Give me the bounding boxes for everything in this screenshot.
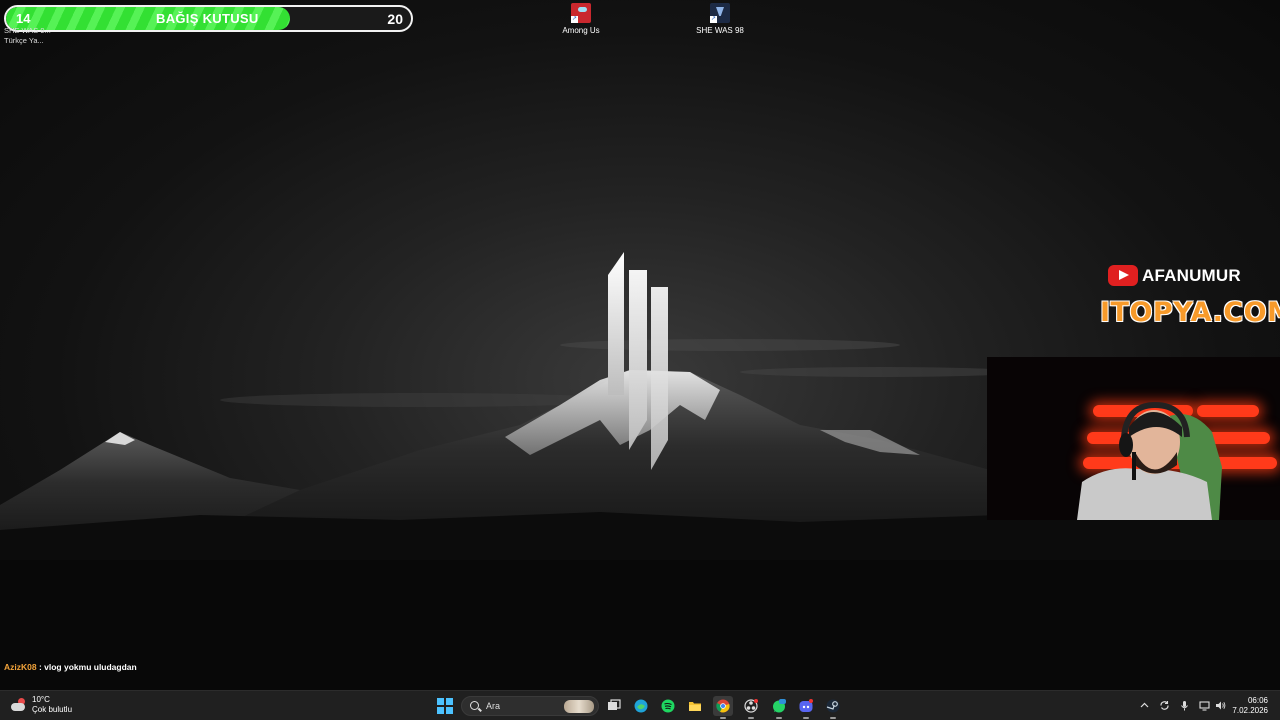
taskbar-search[interactable]: Ara [461,696,599,716]
file-explorer-icon [689,702,701,711]
donation-title: BAĞIŞ KUTUSU [156,11,259,26]
chrome-button[interactable] [713,696,733,719]
taskbar-clock[interactable]: 06:06 7.02.2026 [1232,696,1268,716]
task-view-button[interactable] [604,696,624,716]
desktop-icon-she-was-98[interactable]: ↗ SHE WAS 98 [690,3,750,35]
she-was-98-icon: ↗ [710,3,730,23]
search-placeholder: Ara [486,701,501,711]
channel-name: AFANUMUR [1142,265,1241,285]
whatsapp-icon [773,699,786,713]
steam-icon [826,699,840,713]
search-icon [470,701,479,710]
edge-icon [634,699,648,713]
spotify-button[interactable] [658,696,678,716]
weather-temperature: 10°C [32,695,50,704]
desktop-icon-label: SHE WAS 98 [696,26,744,35]
volume-icon[interactable] [1215,700,1226,711]
streamer-silhouette [1077,401,1222,520]
partial-shortcut-label[interactable]: SHE WAS 9... Türkçe Ya... [4,26,51,46]
system-tray: 06:06 7.02.2026 [1130,691,1280,720]
weather-condition: Çok bulutlu [32,705,73,714]
webcam-feed [987,357,1280,520]
steam-button[interactable] [823,696,843,719]
chrome-icon [716,699,730,713]
donation-goal-amount: 20 [387,11,403,27]
sync-icon[interactable] [1159,700,1170,711]
desktop-icon-among-us[interactable]: ↗ Among Us [551,3,611,35]
discord-button[interactable] [796,696,816,719]
spotify-icon [661,699,675,713]
among-us-icon: ↗ [571,3,591,23]
search-highlight-image [564,700,594,713]
youtube-icon [1108,265,1138,286]
weather-widget[interactable]: 10°C Çok bulutlu [10,695,72,715]
file-explorer-button[interactable] [685,696,705,716]
donation-progress-bar: 14 BAĞIŞ KUTUSU 20 [4,5,413,32]
start-button[interactable] [437,698,453,714]
edge-button[interactable] [631,696,651,716]
discord-icon [799,699,813,712]
chevron-up-icon[interactable] [1139,700,1150,711]
donation-current-amount: 14 [16,11,31,26]
clock-date: 7.02.2026 [1232,706,1268,715]
chat-message: AzizK08 : vlog yokmu uludagdan [4,662,137,672]
whatsapp-button[interactable] [769,696,789,719]
partial-shortcut-line2: Türkçe Ya... [4,36,44,45]
obs-icon [744,699,758,713]
taskbar: 10°C Çok bulutlu Ara 06:06 7.02.2026 [0,690,1280,720]
desktop-wallpaper [0,0,1280,690]
clock-time: 06:06 [1247,696,1268,705]
microphone-icon[interactable] [1179,700,1190,711]
partial-shortcut-line1: SHE WAS 9... [4,26,51,35]
desktop-icon-label: Among Us [562,26,600,35]
chat-text: vlog yokmu uludagdan [44,662,137,672]
display-icon[interactable] [1199,700,1210,711]
chat-username: AzizK08 [4,662,37,672]
sponsor-logo: ITOPYA.COM [1100,297,1280,328]
channel-brand: AFANUMUR [1108,265,1241,286]
cloud-icon [10,697,26,713]
task-view-icon [608,699,621,710]
obs-button[interactable] [741,696,761,719]
